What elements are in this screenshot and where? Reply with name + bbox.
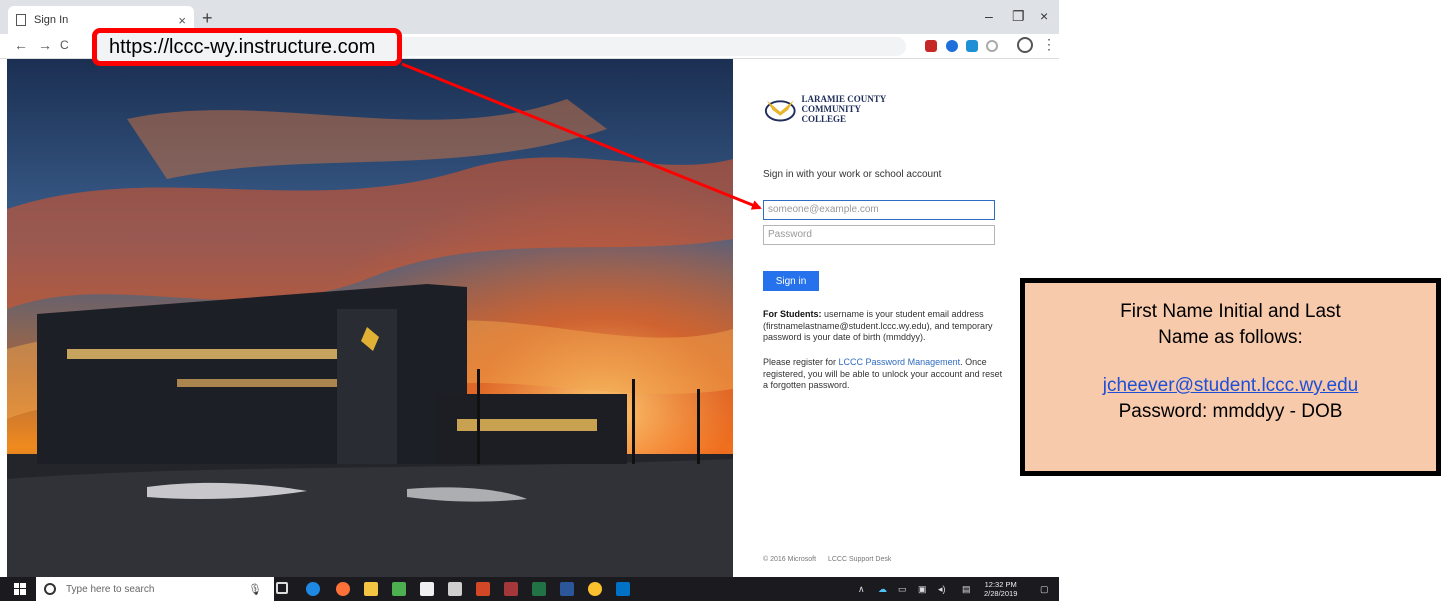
menu-icon[interactable]: ⋮ (1042, 36, 1056, 53)
edge-icon[interactable] (306, 582, 320, 596)
college-logo: LARAMIE COUNTY COMMUNITY COLLEGE (763, 89, 903, 129)
close-window-button[interactable]: × (1040, 8, 1048, 24)
firefox-icon[interactable] (336, 582, 350, 596)
microphone-icon[interactable]: 🎙 (248, 583, 262, 596)
onedrive-icon[interactable]: ☁ (878, 584, 887, 595)
pdf-extension-icon[interactable] (925, 40, 937, 52)
windows-taskbar: Type here to search 🎙 ∧ ☁ ▭ ▣ ◂) ▤ 12:32… (0, 577, 1059, 601)
clock-time: 12:32 PM (984, 580, 1017, 589)
battery-icon[interactable]: ▭ (898, 584, 907, 595)
browser-window: Sign In × + – ❐ × ← → C ⋮ LARAMIE COUNTY… (0, 0, 1059, 601)
notifications-icon[interactable]: ▢ (1040, 584, 1049, 595)
app-icon[interactable] (392, 582, 406, 596)
excel-icon[interactable] (532, 582, 546, 596)
password-field[interactable]: Password (763, 225, 995, 245)
minimize-button[interactable]: – (985, 8, 993, 24)
tab-close-icon[interactable]: × (178, 13, 186, 28)
clock-date: 2/28/2019 (984, 589, 1018, 598)
callout-line-1: First Name Initial and Last (1120, 301, 1341, 322)
chrome-icon[interactable] (588, 582, 602, 596)
volume-icon[interactable]: ◂) (938, 584, 946, 595)
url-text: https://lccc-wy.instructure.com (109, 35, 376, 58)
callout-spacer (1025, 351, 1436, 373)
cortana-icon (44, 583, 56, 595)
profile-icon[interactable] (1017, 37, 1033, 53)
callout-line-2: Name as follows: (1158, 327, 1303, 348)
sunset-building-image (7, 59, 733, 577)
word-icon[interactable] (560, 582, 574, 596)
logo-line-1: LARAMIE COUNTY (801, 94, 887, 104)
pane-footer: © 2016 Microsoft LCCC Support Desk (763, 556, 901, 563)
forward-arrow-icon[interactable]: → (38, 37, 52, 53)
clock[interactable]: 12:32 PM 2/28/2019 (984, 580, 1017, 598)
sign-in-prompt: Sign in with your work or school account (763, 169, 942, 180)
instructions-callout: First Name Initial and Last Name as foll… (1020, 278, 1441, 476)
calculator-icon[interactable] (448, 582, 462, 596)
tab-title: Sign In (34, 14, 69, 26)
email-field[interactable]: someone@example.com (763, 200, 995, 220)
students-label: For Students: (763, 309, 822, 319)
restore-button[interactable]: ❐ (1012, 8, 1025, 25)
taskbar-search-input[interactable]: Type here to search (36, 577, 274, 601)
sign-in-button[interactable]: Sign in (763, 271, 819, 291)
network-icon[interactable]: ▣ (918, 584, 927, 595)
url-highlight-box[interactable]: https://lccc-wy.instructure.com (92, 28, 402, 66)
copyright-text: © 2016 Microsoft (763, 556, 817, 563)
page-icon (16, 14, 26, 26)
logo-text: LARAMIE COUNTY COMMUNITY COLLEGE (802, 94, 904, 124)
powerpoint-icon[interactable] (476, 582, 490, 596)
reload-icon[interactable]: C (60, 38, 69, 52)
task-view-icon[interactable] (276, 582, 288, 594)
back-arrow-icon[interactable]: ← (14, 37, 28, 53)
callout-password-line: Password: mmddyy - DOB (1118, 401, 1343, 422)
example-email-link[interactable]: jcheever@student.lccc.wy.edu (1025, 373, 1436, 399)
extension-icon[interactable] (946, 40, 958, 52)
new-tab-button[interactable]: + (202, 8, 213, 29)
campus-photo (7, 59, 733, 577)
keyboard-icon[interactable]: ▤ (962, 584, 971, 595)
eagle-logo-icon (764, 100, 796, 122)
chevron-up-icon[interactable]: ∧ (858, 584, 865, 595)
windows-start-icon[interactable] (14, 583, 26, 595)
screenshot-root: Sign In × + – ❐ × ← → C ⋮ LARAMIE COUNTY… (0, 0, 1443, 601)
extension-icon[interactable] (966, 40, 978, 52)
register-prefix: Please register for (763, 357, 839, 367)
outlook-icon[interactable] (616, 582, 630, 596)
file-explorer-icon[interactable] (364, 582, 378, 596)
search-placeholder: Type here to search (66, 583, 155, 595)
support-desk-link[interactable]: LCCC Support Desk (828, 556, 891, 563)
password-management-link[interactable]: LCCC Password Management (839, 357, 961, 367)
extension-icon[interactable] (986, 40, 998, 52)
students-info: For Students: username is your student e… (763, 309, 1003, 344)
register-info: Please register for LCCC Password Manage… (763, 357, 1003, 392)
store-icon[interactable] (420, 582, 434, 596)
logo-line-2: COMMUNITY COLLEGE (801, 104, 861, 124)
sign-in-pane: LARAMIE COUNTY COMMUNITY COLLEGE Sign in… (733, 59, 1059, 577)
access-icon[interactable] (504, 582, 518, 596)
